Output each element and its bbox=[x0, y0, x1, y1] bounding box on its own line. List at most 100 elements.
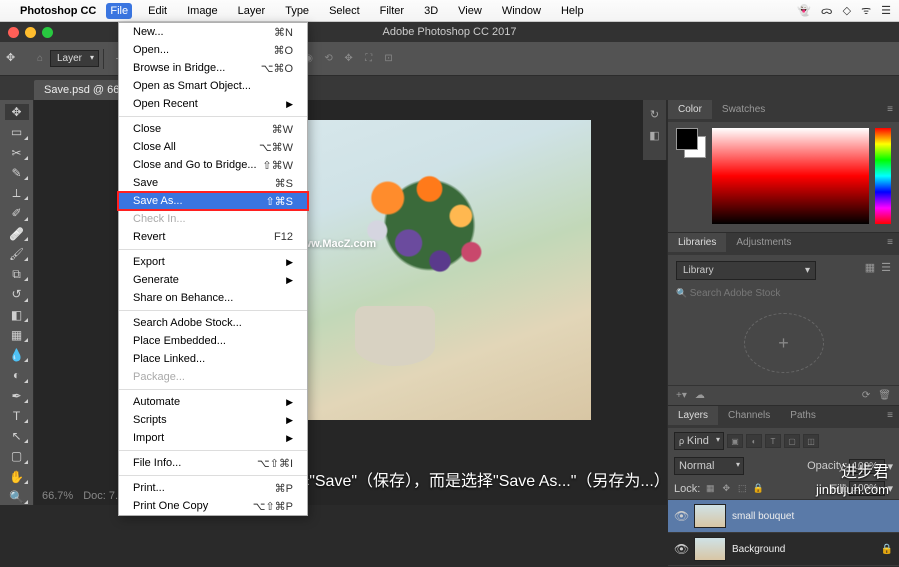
view-grid-icon[interactable]: ▦ bbox=[865, 261, 875, 274]
menu-select[interactable]: Select bbox=[325, 3, 364, 19]
menu-item-browse-in-bridge[interactable]: Browse in Bridge...⌥⌘O bbox=[119, 59, 307, 77]
home-icon[interactable]: ⌂ bbox=[30, 49, 50, 69]
menu-item-revert[interactable]: RevertF12 bbox=[119, 228, 307, 246]
menu-item-open[interactable]: Open...⌘O bbox=[119, 41, 307, 59]
stamp-tool[interactable]: ⧉ bbox=[5, 266, 29, 282]
zoom-tool[interactable]: 🔍 bbox=[5, 489, 29, 505]
lasso-tool[interactable]: ✂ bbox=[5, 145, 29, 161]
brush-tool[interactable]: 🖌 bbox=[5, 246, 29, 262]
type-tool[interactable]: T bbox=[5, 408, 29, 424]
healing-tool[interactable]: 🩹 bbox=[5, 226, 29, 242]
cloud-icon[interactable]: ☁ bbox=[695, 390, 705, 401]
menu-icon[interactable]: ☰ bbox=[881, 4, 891, 17]
panel-menu-icon[interactable]: ≡ bbox=[881, 233, 899, 252]
layer-thumbnail[interactable] bbox=[694, 537, 726, 561]
menu-3d[interactable]: 3D bbox=[420, 3, 442, 19]
library-search[interactable]: Search Adobe Stock bbox=[676, 288, 891, 299]
color-picker[interactable] bbox=[712, 128, 869, 224]
3d-icon[interactable]: ⛶ bbox=[359, 49, 379, 69]
tab-adjustments[interactable]: Adjustments bbox=[726, 233, 801, 252]
minimize-button[interactable] bbox=[25, 27, 36, 38]
menu-item-place-linked[interactable]: Place Linked... bbox=[119, 350, 307, 368]
tab-paths[interactable]: Paths bbox=[780, 406, 826, 425]
menu-file[interactable]: File bbox=[106, 3, 132, 19]
tab-layers[interactable]: Layers bbox=[668, 406, 718, 425]
view-list-icon[interactable]: ☰ bbox=[881, 261, 891, 274]
dodge-tool[interactable]: ◐ bbox=[5, 367, 29, 383]
status-icon[interactable]: ◇ bbox=[843, 4, 851, 17]
visibility-icon[interactable]: 👁 bbox=[674, 509, 688, 523]
menu-type[interactable]: Type bbox=[281, 3, 313, 19]
menu-window[interactable]: Window bbox=[498, 3, 545, 19]
tab-color[interactable]: Color bbox=[668, 100, 712, 119]
foreground-color[interactable] bbox=[676, 128, 698, 150]
menu-item-generate[interactable]: Generate▶ bbox=[119, 271, 307, 289]
menu-item-open-as-smart-object[interactable]: Open as Smart Object... bbox=[119, 77, 307, 95]
shape-tool[interactable]: ▢ bbox=[5, 448, 29, 464]
layer-name[interactable]: Background bbox=[732, 544, 785, 555]
gradient-tool[interactable]: ▦ bbox=[5, 327, 29, 343]
menu-item-save[interactable]: Save⌘S bbox=[119, 174, 307, 192]
eraser-tool[interactable]: ◧ bbox=[5, 307, 29, 323]
history-brush-tool[interactable]: ↺ bbox=[5, 286, 29, 302]
menu-item-search-adobe-stock[interactable]: Search Adobe Stock... bbox=[119, 314, 307, 332]
maximize-button[interactable] bbox=[42, 27, 53, 38]
trash-icon[interactable]: 🗑 bbox=[878, 390, 891, 401]
app-name[interactable]: Photoshop CC bbox=[20, 5, 96, 17]
layer-dropdown[interactable]: Layer bbox=[50, 50, 99, 67]
path-tool[interactable]: ↖ bbox=[5, 428, 29, 444]
hue-slider[interactable] bbox=[875, 128, 891, 224]
menu-filter[interactable]: Filter bbox=[376, 3, 408, 19]
3d-icon[interactable]: ⊡ bbox=[379, 49, 399, 69]
tab-libraries[interactable]: Libraries bbox=[668, 233, 726, 252]
menu-item-new[interactable]: New...⌘N bbox=[119, 23, 307, 41]
pen-tool[interactable]: ✒ bbox=[5, 388, 29, 404]
menu-layer[interactable]: Layer bbox=[234, 3, 270, 19]
panel-menu-icon[interactable]: ≡ bbox=[881, 406, 899, 425]
menu-image[interactable]: Image bbox=[183, 3, 222, 19]
panel-menu-icon[interactable]: ≡ bbox=[881, 100, 899, 119]
marquee-tool[interactable]: ▭ bbox=[5, 124, 29, 140]
layer-filter-kind[interactable]: ρ Kind bbox=[674, 432, 724, 450]
color-swatch[interactable] bbox=[676, 128, 706, 158]
crop-tool[interactable]: ⟂ bbox=[5, 185, 29, 201]
zoom-level[interactable]: 66.7% bbox=[42, 490, 73, 502]
close-button[interactable] bbox=[8, 27, 19, 38]
properties-icon[interactable]: ◧ bbox=[649, 129, 659, 142]
status-icon[interactable]: 👻 bbox=[797, 4, 811, 17]
3d-icon[interactable]: ⟲ bbox=[319, 49, 339, 69]
menu-item-print[interactable]: Print...⌘P bbox=[119, 479, 307, 497]
add-icon[interactable]: +▾ bbox=[676, 390, 687, 401]
sync-icon[interactable]: ⟳ bbox=[862, 390, 870, 401]
menu-item-scripts[interactable]: Scripts▶ bbox=[119, 411, 307, 429]
menu-item-automate[interactable]: Automate▶ bbox=[119, 393, 307, 411]
layer-name[interactable]: small bouquet bbox=[732, 511, 794, 522]
menu-edit[interactable]: Edit bbox=[144, 3, 171, 19]
menu-item-export[interactable]: Export▶ bbox=[119, 253, 307, 271]
menu-item-import[interactable]: Import▶ bbox=[119, 429, 307, 447]
status-icon[interactable]: ᯅ bbox=[821, 3, 833, 18]
menu-item-share-on-behance[interactable]: Share on Behance... bbox=[119, 289, 307, 307]
wifi-icon[interactable]: ᯤ bbox=[861, 3, 871, 18]
filter-shape-icon[interactable]: ▢ bbox=[784, 434, 800, 448]
filter-pixel-icon[interactable]: ▣ bbox=[727, 434, 743, 448]
layer-thumbnail[interactable] bbox=[694, 504, 726, 528]
menu-item-print-one-copy[interactable]: Print One Copy⌥⇧⌘P bbox=[119, 497, 307, 515]
quick-select-tool[interactable]: ✎ bbox=[5, 165, 29, 181]
tab-swatches[interactable]: Swatches bbox=[712, 100, 775, 119]
visibility-icon[interactable]: 👁 bbox=[674, 542, 688, 556]
layer-item[interactable]: 👁 Background 🔒 bbox=[668, 533, 899, 566]
tab-channels[interactable]: Channels bbox=[718, 406, 780, 425]
filter-type-icon[interactable]: T bbox=[765, 434, 781, 448]
filter-smart-icon[interactable]: ◫ bbox=[803, 434, 819, 448]
move-tool[interactable]: ✥ bbox=[5, 104, 29, 120]
history-icon[interactable]: ↻ bbox=[650, 108, 659, 121]
menu-item-close[interactable]: Close⌘W bbox=[119, 120, 307, 138]
eyedropper-tool[interactable]: ✐ bbox=[5, 205, 29, 221]
menu-item-file-info[interactable]: File Info...⌥⇧⌘I bbox=[119, 454, 307, 472]
menu-item-place-embedded[interactable]: Place Embedded... bbox=[119, 332, 307, 350]
menu-item-close-and-go-to-bridge[interactable]: Close and Go to Bridge...⇧⌘W bbox=[119, 156, 307, 174]
menu-item-open-recent[interactable]: Open Recent▶ bbox=[119, 95, 307, 113]
3d-icon[interactable]: ✥ bbox=[339, 49, 359, 69]
menu-help[interactable]: Help bbox=[557, 3, 588, 19]
